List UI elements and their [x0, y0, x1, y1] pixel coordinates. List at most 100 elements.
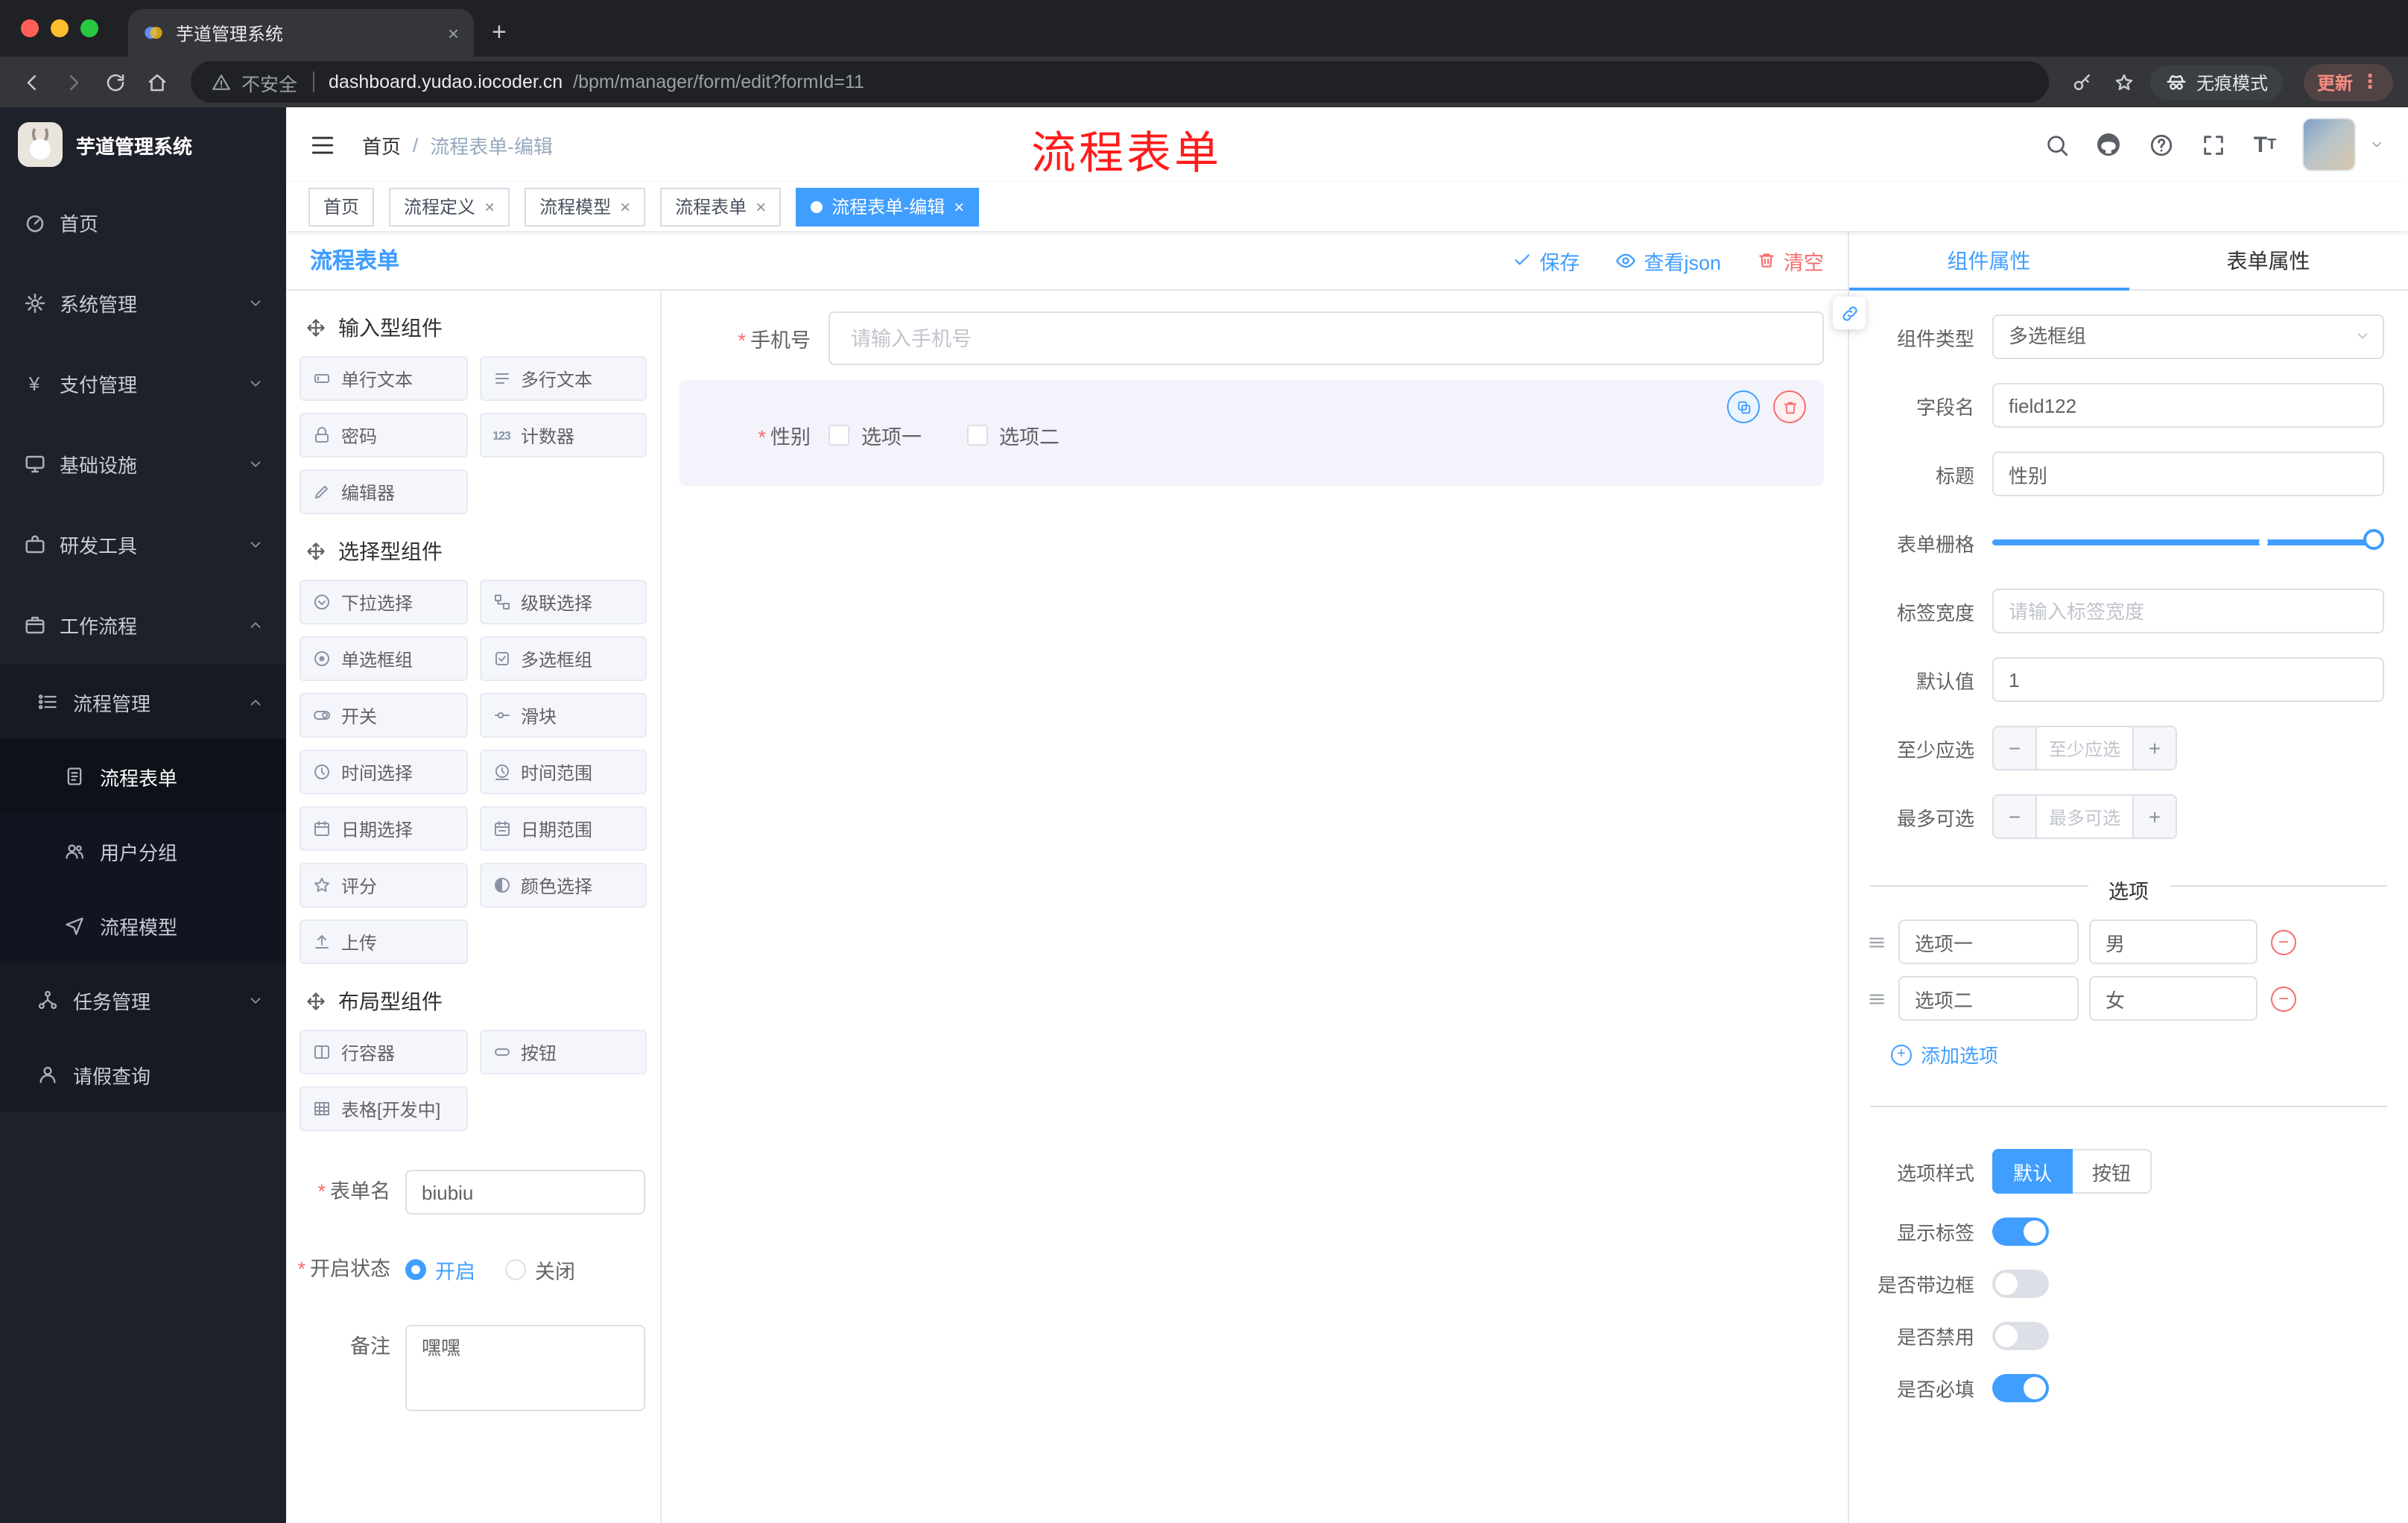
- back-icon[interactable]: [15, 66, 48, 98]
- palette-item-rate[interactable]: 评分: [300, 863, 467, 908]
- github-icon[interactable]: [2094, 130, 2123, 159]
- delete-field-button[interactable]: [1773, 390, 1806, 423]
- close-window-button[interactable]: [21, 19, 39, 37]
- palette-item-date-picker[interactable]: 日期选择: [300, 806, 467, 851]
- sidebar-item-process-model[interactable]: 流程模型: [0, 888, 286, 963]
- address-bar[interactable]: 不安全 dashboard.yudao.iocoder.cn/bpm/manag…: [191, 61, 2049, 103]
- zoom-window-button[interactable]: [80, 19, 98, 37]
- fullscreen-icon[interactable]: [2198, 130, 2228, 159]
- palette-item-checkbox-group[interactable]: 多选框组: [479, 636, 647, 681]
- sidebar-item-home[interactable]: 首页: [0, 182, 286, 262]
- status-radio-on[interactable]: 开启: [405, 1255, 475, 1285]
- border-toggle[interactable]: [1992, 1270, 2049, 1298]
- max-select-stepper[interactable]: − 最多可选 +: [1992, 794, 2177, 839]
- option-value-input[interactable]: [2089, 919, 2258, 964]
- drag-handle-icon[interactable]: [1867, 989, 1888, 1008]
- minimize-window-button[interactable]: [51, 19, 69, 37]
- browser-update-button[interactable]: 更新 ⋮: [2303, 63, 2393, 101]
- font-size-icon[interactable]: TT: [2250, 130, 2280, 159]
- sidebar-item-leave-query[interactable]: 请假查询: [0, 1037, 286, 1112]
- grid-slider[interactable]: [1992, 520, 2384, 565]
- max-select-value[interactable]: 最多可选: [2035, 796, 2134, 838]
- tab-close-icon[interactable]: ×: [448, 22, 459, 44]
- palette-item-time-range[interactable]: 时间范围: [479, 750, 647, 794]
- clear-button[interactable]: 清空: [1757, 245, 1824, 275]
- status-radio-off[interactable]: 关闭: [505, 1255, 575, 1285]
- palette-item-table[interactable]: 表格[开发中]: [300, 1086, 467, 1131]
- palette-item-editor[interactable]: 编辑器: [300, 469, 467, 514]
- help-icon[interactable]: [2146, 130, 2176, 159]
- gender-checkbox-option1[interactable]: 选项一: [828, 420, 922, 450]
- label-width-input[interactable]: [1992, 589, 2384, 633]
- field-name-input[interactable]: [1992, 383, 2384, 428]
- palette-item-button[interactable]: 按钮: [479, 1030, 647, 1074]
- tag-process-form-edit[interactable]: 流程表单-编辑 ×: [796, 187, 980, 226]
- palette-item-row-container[interactable]: 行容器: [300, 1030, 467, 1074]
- close-icon[interactable]: ×: [954, 196, 964, 217]
- bookmark-star-icon[interactable]: [2108, 71, 2141, 93]
- sidebar-item-process-management[interactable]: 流程管理: [0, 665, 286, 739]
- breadcrumb-home[interactable]: 首页: [362, 130, 401, 159]
- form-remark-textarea[interactable]: 嘿嘿: [405, 1325, 645, 1411]
- avatar[interactable]: [2302, 118, 2356, 171]
- form-name-input[interactable]: [405, 1170, 645, 1215]
- checkbox-box[interactable]: [828, 425, 849, 446]
- tag-process-model[interactable]: 流程模型 ×: [525, 187, 646, 226]
- palette-item-date-range[interactable]: 日期范围: [479, 806, 647, 851]
- copy-field-button[interactable]: [1727, 390, 1760, 423]
- drag-handle-icon[interactable]: [1867, 932, 1888, 952]
- option-label-input[interactable]: [1898, 919, 2079, 964]
- save-button[interactable]: 保存: [1512, 245, 1580, 275]
- palette-item-upload[interactable]: 上传: [300, 919, 467, 964]
- tag-process-definition[interactable]: 流程定义 ×: [389, 187, 510, 226]
- reload-icon[interactable]: [98, 66, 131, 98]
- palette-item-select[interactable]: 下拉选择: [300, 580, 467, 624]
- plus-icon[interactable]: +: [2134, 727, 2176, 769]
- canvas-field-gender-selected[interactable]: 性别 选项一 选项二: [679, 380, 1824, 486]
- sidebar-item-process-form[interactable]: 流程表单: [0, 739, 286, 814]
- key-icon[interactable]: [2067, 71, 2100, 93]
- sidebar-item-workflow[interactable]: 工作流程: [0, 584, 286, 665]
- palette-item-cascader[interactable]: 级联选择: [479, 580, 647, 624]
- palette-item-counter[interactable]: 123 计数器: [479, 413, 647, 457]
- component-type-select[interactable]: 多选框组: [1992, 314, 2384, 359]
- slider-track[interactable]: [1992, 529, 2384, 550]
- home-icon[interactable]: [140, 66, 173, 98]
- search-icon[interactable]: [2041, 130, 2071, 159]
- add-option-button[interactable]: + 添加选项: [1849, 1027, 2408, 1074]
- sidebar-item-system[interactable]: 系统管理: [0, 262, 286, 343]
- form-canvas[interactable]: 手机号 性别: [662, 291, 1848, 1523]
- tag-process-form[interactable]: 流程表单 ×: [660, 187, 782, 226]
- gender-checkbox-option2[interactable]: 选项二: [966, 420, 1059, 450]
- title-input[interactable]: [1992, 452, 2384, 496]
- link-icon[interactable]: [1833, 297, 1866, 329]
- phone-input[interactable]: [828, 311, 1824, 365]
- palette-item-password[interactable]: 密码: [300, 413, 467, 457]
- remove-option-button[interactable]: −: [2271, 929, 2296, 954]
- close-icon[interactable]: ×: [620, 196, 630, 217]
- palette-item-multi-text[interactable]: 多行文本: [479, 356, 647, 401]
- style-default-button[interactable]: 默认: [1992, 1149, 2073, 1194]
- sidebar-item-payment[interactable]: ¥ 支付管理: [0, 343, 286, 423]
- view-json-button[interactable]: 查看json: [1615, 245, 1721, 275]
- new-tab-button[interactable]: +: [492, 18, 507, 48]
- close-icon[interactable]: ×: [755, 196, 766, 217]
- option-value-input[interactable]: [2089, 976, 2258, 1021]
- remove-option-button[interactable]: −: [2271, 986, 2296, 1011]
- avatar-caret-icon[interactable]: [2369, 137, 2384, 152]
- min-select-value[interactable]: 至少应选: [2035, 727, 2134, 769]
- browser-tab[interactable]: 芋道管理系统 ×: [128, 9, 474, 57]
- tab-form-props[interactable]: 表单属性: [2129, 231, 2408, 289]
- option-label-input[interactable]: [1898, 976, 2079, 1021]
- palette-item-switch[interactable]: 开关: [300, 693, 467, 738]
- required-toggle[interactable]: [1992, 1374, 2049, 1402]
- tag-home[interactable]: 首页: [308, 187, 375, 226]
- style-button-button[interactable]: 按钮: [2073, 1149, 2152, 1194]
- palette-item-color-picker[interactable]: 颜色选择: [479, 863, 647, 908]
- show-label-toggle[interactable]: [1992, 1218, 2049, 1246]
- plus-icon[interactable]: +: [2134, 796, 2176, 838]
- forward-icon[interactable]: [57, 66, 89, 98]
- hamburger-icon[interactable]: [310, 132, 335, 157]
- sidebar-item-user-groups[interactable]: 用户分组: [0, 814, 286, 888]
- close-icon[interactable]: ×: [484, 196, 495, 217]
